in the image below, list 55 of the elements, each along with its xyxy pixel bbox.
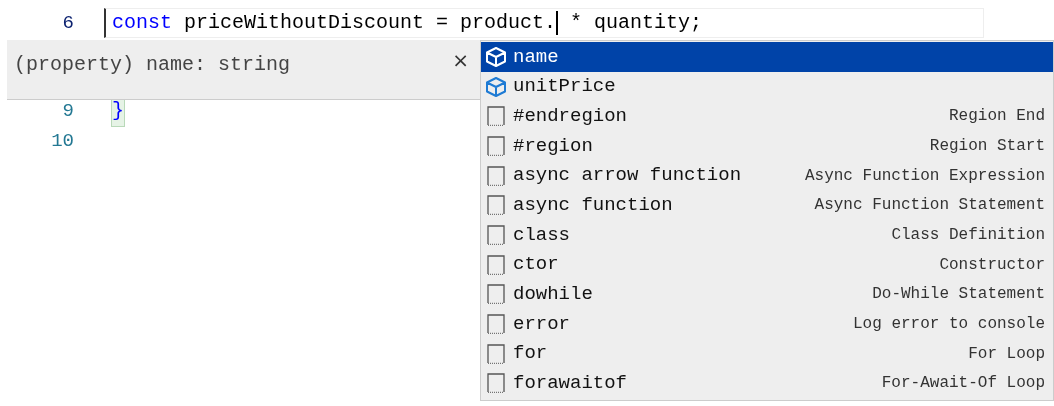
suggestion-label: ctor: [513, 252, 560, 278]
cube-icon: [485, 45, 507, 68]
suggestion-label: name: [513, 44, 560, 70]
code-text: priceWithoutDiscount = product.: [183, 9, 557, 36]
tooltip-text: (property) name: string: [14, 52, 292, 78]
suggestion-label: error: [513, 311, 571, 337]
snippet-icon: [485, 134, 507, 157]
suggestion-detail: Constructor: [939, 254, 1045, 276]
suggestion-label: forawaitof: [513, 371, 629, 397]
suggestion-label: #endregion: [513, 103, 629, 129]
snippet-icon: [485, 253, 507, 276]
snippet-icon: [485, 372, 507, 395]
snippet-icon: [485, 194, 507, 217]
suggestion-item[interactable]: unitPrice: [481, 71, 1053, 102]
cube-icon: [485, 75, 507, 98]
suggestion-item[interactable]: class Class Definition: [481, 220, 1053, 250]
suggestion-detail: Async Function Expression: [804, 165, 1045, 187]
line-number: 9: [61, 99, 74, 124]
line-number: 6: [61, 10, 74, 36]
suggestion-item[interactable]: name: [481, 42, 1053, 72]
code-keyword: const: [112, 9, 172, 36]
suggestion-item[interactable]: dowhile Do-While Statement: [481, 279, 1053, 310]
snippet-icon: [485, 283, 507, 306]
suggestion-label: for: [513, 341, 549, 367]
line-number: 10: [50, 128, 74, 154]
suggestion-label: class: [513, 222, 571, 248]
suggestion-detail: Region End: [949, 106, 1045, 128]
snippet-icon: [485, 223, 507, 246]
snippet-icon: [485, 342, 507, 365]
snippet-icon: [485, 105, 507, 128]
suggestion-item[interactable]: forawaitof For-Await-Of Loop: [481, 368, 1053, 399]
suggestion-detail: For-Await-Of Loop: [881, 373, 1045, 395]
suggestion-item[interactable]: async arrow function Async Function Expression: [481, 160, 1053, 191]
close-button[interactable]: ×: [448, 50, 473, 70]
suggestion-item[interactable]: ctor Constructor: [481, 249, 1053, 280]
suggestion-detail: Async Function Statement: [814, 195, 1045, 217]
suggestion-label: async arrow function: [513, 163, 743, 189]
text-cursor: [556, 10, 559, 35]
suggestion-item[interactable]: async function Async Function Statement: [481, 190, 1053, 221]
snippet-icon: [485, 313, 507, 336]
suggestion-item[interactable]: #endregion Region End: [481, 101, 1053, 132]
suggestion-detail: Log error to console: [852, 314, 1045, 336]
suggestion-label: unitPrice: [513, 74, 617, 100]
suggestion-detail: For Loop: [968, 343, 1045, 365]
suggestion-detail: Class Definition: [891, 224, 1045, 246]
suggestion-item[interactable]: for For Loop: [481, 338, 1053, 369]
suggestion-detail: Do-While Statement: [872, 284, 1045, 306]
code-text: * quantity;: [569, 9, 703, 36]
suggestion-item[interactable]: error Log error to console: [481, 309, 1053, 339]
suggestion-label: #region: [513, 133, 594, 159]
suggestion-label: dowhile: [513, 282, 594, 308]
suggestion-item[interactable]: #region Region Start: [481, 131, 1053, 161]
suggestion-label: async function: [513, 193, 674, 219]
suggestion-detail: Region Start: [929, 135, 1045, 157]
snippet-icon: [485, 164, 507, 187]
